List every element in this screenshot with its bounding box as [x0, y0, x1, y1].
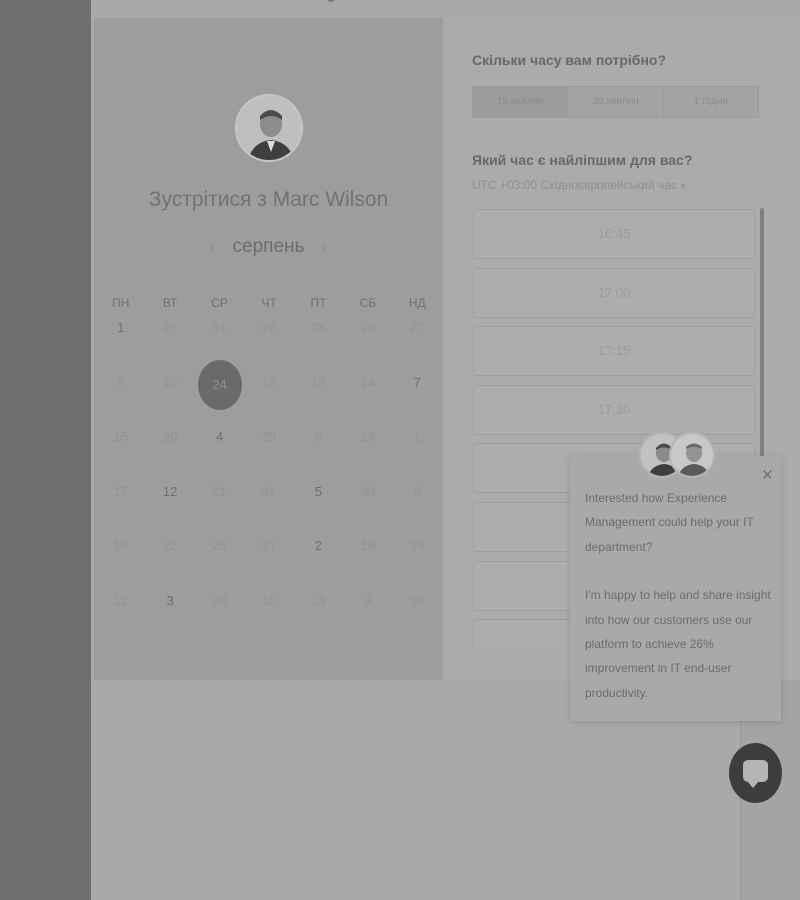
meeting-title: Зустрітися з Marc Wilson	[148, 188, 389, 211]
calendar-day[interactable]: 10	[393, 593, 442, 648]
calendar-day[interactable]: 29	[244, 429, 293, 484]
calendar-week: 8 10 24 18 17 14 7	[96, 359, 442, 430]
weekday-header: ПН ВТ СР ЧТ ПТ СБ НД	[96, 296, 442, 320]
time-slot[interactable]: 17:15	[473, 326, 755, 377]
calendar-day[interactable]: 21	[195, 484, 244, 539]
calendar-panel: Зустрітися з Marc Wilson ‹ серпень › ПН …	[94, 18, 443, 680]
calendar-day[interactable]: 1	[393, 429, 442, 484]
chat-launcher-button[interactable]	[729, 743, 782, 803]
calendar-day[interactable]: 30	[343, 484, 392, 539]
calendar-week: 1 25 31 26 28 20 27	[96, 320, 442, 375]
weekday-label: ПТ	[310, 296, 327, 310]
calendar-day[interactable]: 27	[244, 538, 293, 593]
calendar-day[interactable]: 13	[343, 429, 392, 484]
calendar-day[interactable]: 20	[343, 320, 392, 375]
time-slot[interactable]: 17:30	[473, 384, 755, 435]
chevron-down-icon: ▾	[680, 181, 686, 191]
calendar-day[interactable]: 28	[195, 538, 244, 593]
calendar-day[interactable]: 20	[145, 429, 194, 484]
weekday-label: ВТ	[162, 296, 178, 310]
calendar-day[interactable]: 8	[96, 375, 145, 430]
calendar-day[interactable]: 30	[195, 593, 244, 648]
duration-selector: 15 хвилин 30 хвилин 1 годин	[472, 86, 759, 118]
duration-option-60[interactable]: 1 годин	[664, 87, 758, 117]
calendar-day[interactable]: 10	[244, 593, 293, 648]
calendar-day[interactable]: 17	[294, 375, 343, 430]
month-label: серпень	[232, 236, 305, 257]
calendar-day[interactable]: 14	[343, 375, 392, 430]
weekday-label: СБ	[359, 296, 377, 310]
calendar-week: 17 12 21 31 5 30 9	[96, 484, 442, 539]
calendar-day[interactable]: 17	[96, 484, 145, 539]
calendar-day[interactable]: 25	[145, 320, 194, 375]
chat-message-intro: Interested how Experience Management cou…	[585, 491, 754, 554]
weekday-label: ЧТ	[261, 296, 277, 310]
calendar-day[interactable]: 27	[393, 320, 442, 375]
selected-day-marker[interactable]: 24	[197, 359, 242, 410]
weekday-label: ПН	[112, 296, 130, 310]
calendar-day[interactable]: 5	[294, 484, 343, 539]
agent-avatars	[639, 432, 715, 482]
calendar-day[interactable]: 12	[145, 484, 194, 539]
chat-popup: × Interested how Experience Management c…	[570, 432, 781, 721]
timezone-label: UTC +03:00 Східноєвропейський час	[472, 178, 677, 192]
calendar-day[interactable]: 16	[343, 538, 392, 593]
calendar-day[interactable]: 8	[294, 429, 343, 484]
close-icon[interactable]: ×	[762, 466, 773, 485]
duration-question: Скільки часу вам потрібно?	[472, 52, 667, 68]
month-navigator: ‹ серпень ›	[94, 236, 443, 258]
time-slot-scrollbar[interactable]	[760, 208, 764, 458]
calendar-day[interactable]: 24	[393, 538, 442, 593]
time-slot[interactable]: 16:45	[473, 209, 755, 259]
calendar-day[interactable]: 1	[96, 320, 145, 375]
host-avatar	[235, 94, 303, 162]
weekday-label: НД	[408, 296, 426, 310]
calendar-day[interactable]: 9	[393, 484, 442, 539]
calendar-week: 12 3 30 10 14 9 10	[96, 593, 442, 648]
calendar-day[interactable]: 22	[145, 538, 194, 593]
next-month-button[interactable]: ›	[322, 237, 328, 257]
calendar-day[interactable]: 28	[294, 320, 343, 375]
duration-option-15[interactable]: 15 хвилин	[473, 87, 569, 117]
calendar-day[interactable]: 7	[393, 375, 442, 430]
chat-message: Interested how Experience Management cou…	[585, 486, 771, 705]
calendar-day[interactable]: 2	[294, 538, 343, 593]
weekday-label: СР	[211, 296, 228, 310]
duration-option-30[interactable]: 30 хвилин	[568, 87, 664, 117]
chat-bubble-icon	[743, 760, 768, 788]
calendar-day-selected[interactable]: 24	[195, 359, 244, 430]
calendar-day[interactable]: 10	[145, 375, 194, 430]
calendar-day[interactable]: 12	[96, 593, 145, 648]
calendar-day[interactable]: 9	[343, 593, 392, 648]
calendar-grid: ПН ВТ СР ЧТ ПТ СБ НД 1 25 31 26 28 20 27…	[96, 296, 442, 648]
timezone-dropdown[interactable]: UTC +03:00 Східноєвропейський час ▾	[472, 178, 685, 192]
search-icon	[326, 0, 336, 2]
calendar-week: 15 20 4 29 8 13 1	[96, 429, 442, 484]
calendar-day[interactable]: 19	[96, 538, 145, 593]
time-question: Який час є найліпшим для вас?	[472, 152, 693, 168]
calendar-week: 19 22 28 27 2 16 24	[96, 538, 442, 593]
calendar-day[interactable]: 15	[96, 429, 145, 484]
prev-month-button[interactable]: ‹	[210, 237, 216, 257]
chat-message-body: I'm happy to help and share insight into…	[585, 588, 771, 700]
agent-avatar	[669, 432, 715, 478]
calendar-day[interactable]: 4	[195, 429, 244, 484]
calendar-day[interactable]: 31	[244, 484, 293, 539]
calendar-day[interactable]: 26	[244, 320, 293, 375]
calendar-day[interactable]: 14	[294, 593, 343, 648]
calendar-day[interactable]: 18	[244, 375, 293, 430]
calendar-day[interactable]: 3	[145, 593, 194, 648]
time-slot[interactable]: 17:00	[473, 267, 755, 318]
